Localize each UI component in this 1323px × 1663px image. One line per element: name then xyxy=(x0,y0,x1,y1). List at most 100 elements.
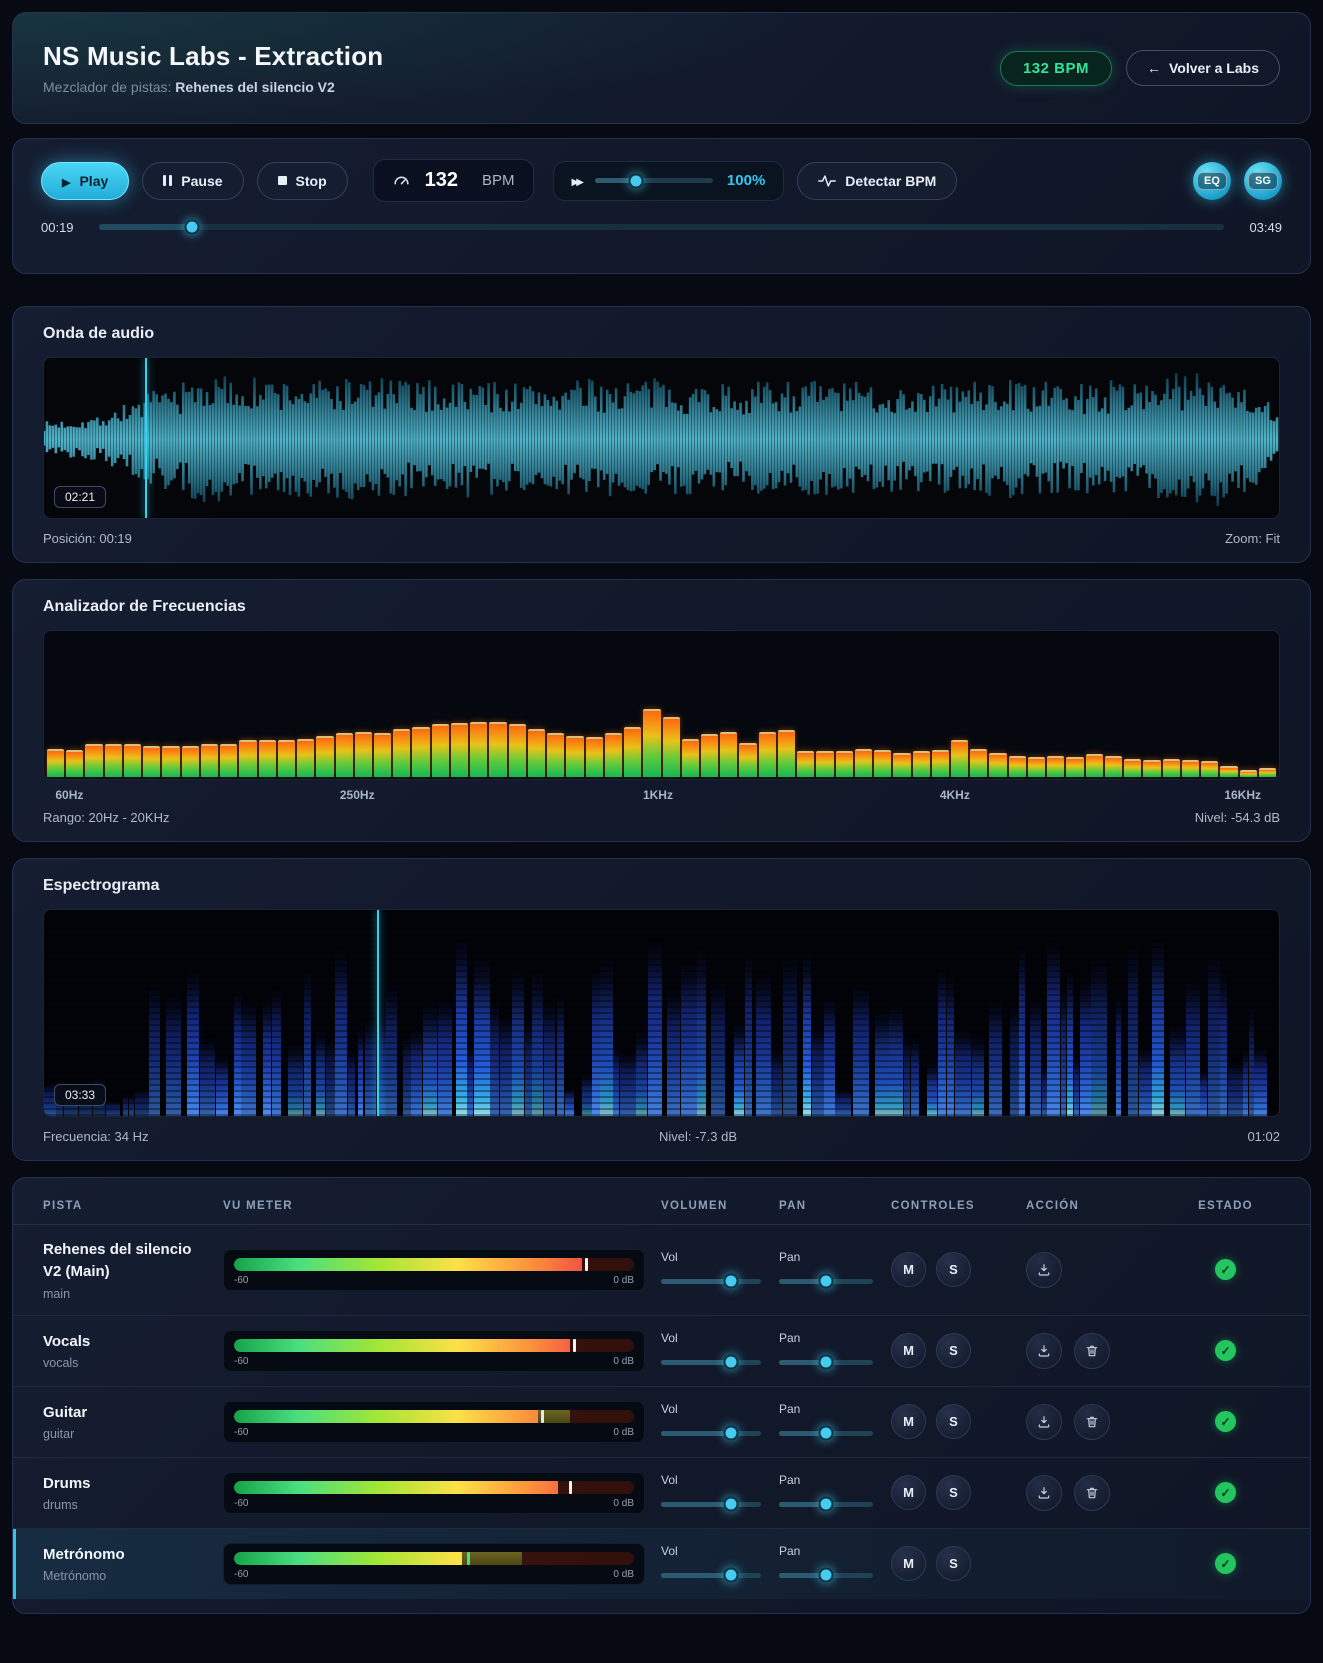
download-button[interactable] xyxy=(1026,1251,1062,1288)
pan-slider-track[interactable] xyxy=(779,1425,873,1441)
volume-slider[interactable] xyxy=(661,1425,761,1441)
volume-slider-track[interactable] xyxy=(661,1354,761,1370)
volume-slider[interactable] xyxy=(661,1273,761,1289)
pan-slider-thumb[interactable] xyxy=(818,1496,834,1512)
track-name: Vocals xyxy=(43,1332,91,1350)
pan-slider[interactable] xyxy=(779,1567,873,1583)
transport-controls: Play Pause Stop 132 BPM xyxy=(41,159,1282,202)
pan-slider[interactable] xyxy=(779,1354,873,1370)
seek-slider-fill xyxy=(99,224,193,230)
pan-slider[interactable] xyxy=(779,1425,873,1441)
volume-slider-thumb[interactable] xyxy=(723,1354,739,1370)
mute-button[interactable]: M xyxy=(891,1546,926,1581)
detect-bpm-button[interactable]: Detectar BPM xyxy=(797,161,958,200)
freq-tick-label: 1KHz xyxy=(642,788,673,802)
download-icon xyxy=(1038,1344,1050,1357)
volume-label: Vol xyxy=(661,1544,678,1558)
eq-bar xyxy=(1239,769,1257,777)
mute-button[interactable]: M xyxy=(891,1404,926,1439)
download-button[interactable] xyxy=(1026,1403,1062,1440)
volume-slider-thumb[interactable] xyxy=(723,1425,739,1441)
vu-meter-bar xyxy=(234,1551,634,1565)
vu-meter-scale: -60 0 dB xyxy=(234,1498,634,1509)
pan-slider[interactable] xyxy=(779,1496,873,1512)
check-icon xyxy=(1215,1482,1236,1503)
stop-button[interactable]: Stop xyxy=(256,161,348,200)
solo-button[interactable]: S xyxy=(936,1404,971,1439)
volume-control: Vol xyxy=(661,1402,779,1441)
eq-bar xyxy=(1104,755,1123,777)
solo-button[interactable]: S xyxy=(936,1252,971,1288)
download-button[interactable] xyxy=(1026,1474,1062,1511)
track-row: Rehenes del silencio V2 (Main) main -60 … xyxy=(13,1225,1310,1316)
pan-label: Pan xyxy=(779,1544,801,1558)
eq-bar xyxy=(566,735,584,777)
volume-label: Vol xyxy=(661,1473,678,1487)
volume-slider[interactable] xyxy=(661,1354,761,1370)
volume-slider-thumb[interactable] xyxy=(723,1496,739,1512)
speed-slider-thumb[interactable] xyxy=(628,173,644,188)
pan-slider-track[interactable] xyxy=(779,1273,873,1289)
pan-slider-thumb[interactable] xyxy=(818,1567,834,1583)
eq-bar xyxy=(527,728,546,777)
mute-button[interactable]: M xyxy=(891,1475,926,1510)
pan-slider-thumb[interactable] xyxy=(818,1273,834,1289)
spectrogram-plot[interactable]: 03:33 xyxy=(43,909,1280,1117)
volume-slider-track[interactable] xyxy=(661,1273,761,1289)
mute-button[interactable]: M xyxy=(891,1333,926,1368)
pause-icon xyxy=(163,175,173,186)
volume-slider-thumb[interactable] xyxy=(723,1567,739,1583)
volume-slider-track[interactable] xyxy=(661,1567,761,1583)
eq-bar xyxy=(585,737,603,777)
sg-button[interactable]: SG xyxy=(1244,161,1282,200)
trash-button[interactable] xyxy=(1074,1474,1110,1511)
solo-button[interactable]: S xyxy=(936,1333,971,1368)
download-button[interactable] xyxy=(1026,1332,1062,1369)
spectrogram-playhead[interactable] xyxy=(377,910,380,1116)
freq-tick-label: 250Hz xyxy=(339,788,375,802)
vu-meter: -60 0 dB xyxy=(223,1329,645,1372)
volume-slider-thumb[interactable] xyxy=(723,1273,739,1289)
eq-bar xyxy=(739,742,757,777)
pan-slider-track[interactable] xyxy=(779,1354,873,1370)
vu-meter-fill xyxy=(234,1409,538,1423)
mute-button[interactable]: M xyxy=(891,1252,926,1288)
volume-slider[interactable] xyxy=(661,1496,761,1512)
volume-slider-track[interactable] xyxy=(661,1425,761,1441)
back-to-labs-button[interactable]: Volver a Labs xyxy=(1125,50,1280,86)
volume-slider-track[interactable] xyxy=(661,1496,761,1512)
trash-button[interactable] xyxy=(1074,1332,1110,1369)
track-actions xyxy=(1026,1403,1171,1440)
pan-slider-track[interactable] xyxy=(779,1496,873,1512)
seek-slider-track[interactable] xyxy=(99,219,1224,235)
pan-slider-track[interactable] xyxy=(779,1567,873,1583)
trash-button[interactable] xyxy=(1074,1403,1110,1440)
volume-slider-fill xyxy=(661,1430,731,1436)
pan-label: Pan xyxy=(779,1402,801,1416)
solo-button[interactable]: S xyxy=(936,1475,971,1510)
track-name: Drums xyxy=(43,1474,91,1492)
speed-slider-track[interactable] xyxy=(594,173,713,188)
seek-slider[interactable] xyxy=(99,219,1224,235)
eq-button[interactable]: EQ xyxy=(1193,161,1231,200)
pan-slider-thumb[interactable] xyxy=(818,1354,834,1370)
bpm-value: 132 xyxy=(424,169,459,191)
solo-button[interactable]: S xyxy=(936,1546,971,1581)
pulse-icon xyxy=(818,174,837,187)
pan-slider-thumb[interactable] xyxy=(818,1425,834,1441)
play-button[interactable]: Play xyxy=(41,161,130,200)
frequency-axis-labels: 60Hz 250Hz 1KHz 4KHz 16KHz xyxy=(43,788,1280,806)
waveform-graphic xyxy=(44,373,1279,506)
eq-bar xyxy=(297,738,315,777)
speed-slider[interactable] xyxy=(594,173,713,189)
fast-forward-icon xyxy=(572,172,581,190)
eq-bar xyxy=(1143,759,1161,777)
track-info: Vocals vocals xyxy=(43,1331,223,1371)
seek-slider-thumb[interactable] xyxy=(184,219,200,235)
pan-slider[interactable] xyxy=(779,1273,873,1289)
volume-slider-fill xyxy=(661,1572,731,1578)
pause-button[interactable]: Pause xyxy=(142,161,244,200)
volume-slider[interactable] xyxy=(661,1567,761,1583)
waveform-playhead[interactable] xyxy=(145,358,148,518)
waveform-plot[interactable]: 02:21 xyxy=(43,357,1280,519)
